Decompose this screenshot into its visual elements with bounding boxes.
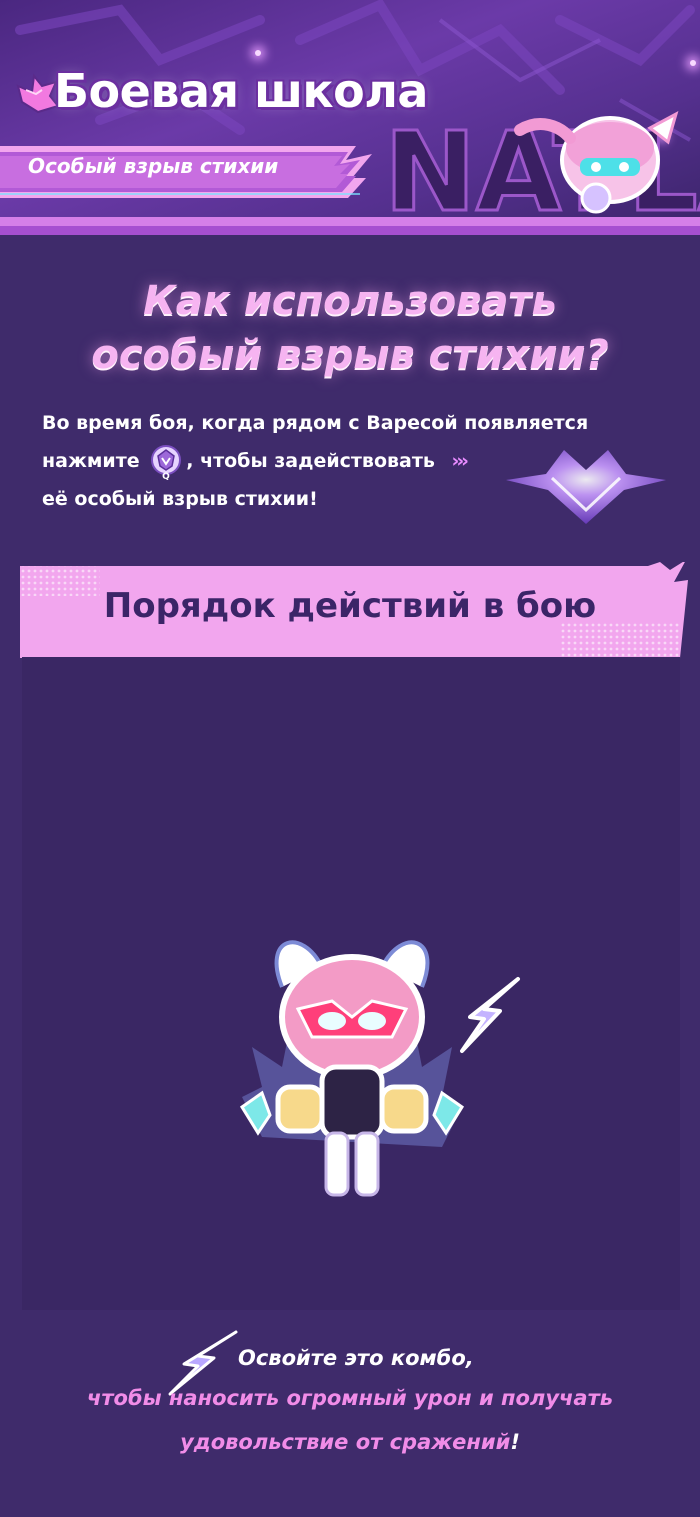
skill-q-icon: Q (151, 444, 182, 480)
sparkle (255, 50, 261, 56)
howto-heading: Как использовать особый взрыв стихии? (0, 274, 700, 382)
svg-text:Q: Q (162, 472, 170, 480)
varesa-chibi-character (239, 940, 465, 1197)
chevron-arrows-icon: ››› (451, 450, 469, 472)
howto-heading-line2: особый взрыв стихии? (91, 332, 609, 378)
header-divider-shadow (0, 226, 700, 235)
footer-line3: удовольствие от сражений! (0, 1430, 700, 1454)
page-title: Боевая школа (54, 64, 428, 118)
page-subtitle: Особый взрыв стихии (28, 154, 279, 178)
battle-order-title: Порядок действий в бою (103, 586, 597, 626)
howto-heading-line1: Как использовать (143, 278, 557, 324)
lightning-bolt-icon (460, 977, 520, 1053)
battle-demo-area (22, 657, 680, 1310)
footer-line1: Освойте это комбо, (238, 1346, 474, 1370)
desc-line2-end: , чтобы задействовать (186, 450, 435, 472)
header-chibi-character (514, 110, 679, 214)
footer-line3-exclamation: ! (510, 1430, 520, 1454)
header-banner: Боевая школа Особый взрыв стихии NATLAN (0, 0, 700, 235)
desc-line2-start: нажмите (42, 450, 140, 472)
sparkle (690, 60, 696, 66)
footer-line2: чтобы наносить огромный урон и получать (86, 1386, 614, 1410)
footer-line3-text: удовольствие от сражений (180, 1430, 511, 1454)
heart-burst-icon (506, 450, 666, 524)
desc-line1: Во время боя, когда рядом с Варесой появ… (42, 412, 589, 434)
